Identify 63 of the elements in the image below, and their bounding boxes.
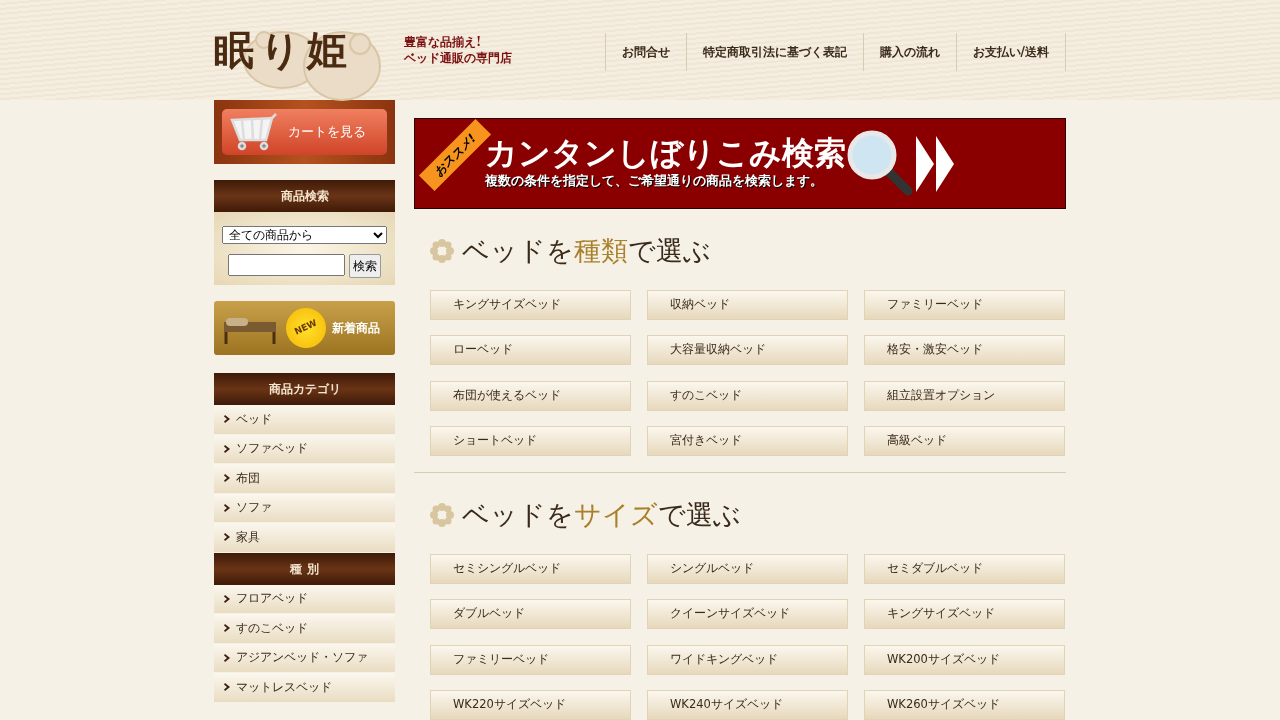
menu-item[interactable]: ソファ [214, 493, 395, 523]
category-link[interactable]: すのこベッド [647, 380, 848, 411]
menu-item[interactable]: ベッド [214, 405, 395, 435]
category-link[interactable]: WK240サイズベッド [647, 690, 848, 720]
category-link[interactable]: 布団が使えるベッド [430, 380, 631, 411]
category-link[interactable]: セミダブルベッド [864, 553, 1065, 584]
chevron-icon [224, 653, 230, 662]
category-select[interactable]: 全ての商品から [222, 226, 387, 244]
search-panel-title: 商品検索 [214, 180, 395, 212]
category-link[interactable]: 格安・激安ベッド [864, 335, 1065, 365]
menu-item[interactable]: 布団 [214, 464, 395, 494]
chevron-icon [224, 444, 230, 453]
category-link[interactable]: ショートベッド [430, 426, 631, 456]
cart-button[interactable]: カートを見る [222, 109, 387, 155]
search-field[interactable] [228, 254, 345, 276]
nav-link[interactable]: お問合せ [604, 33, 686, 71]
category-link[interactable]: クイーンサイズベッド [647, 599, 848, 629]
nav-link[interactable]: 購入の流れ [862, 33, 956, 71]
menu-item[interactable]: フロアベッド [214, 584, 395, 614]
category-link[interactable]: 宮付きベッド [647, 426, 848, 456]
chevron-icon [224, 683, 230, 692]
category-link[interactable]: 収納ベッド [647, 289, 848, 320]
chevron-icon [224, 415, 230, 424]
category-link[interactable]: 高級ベッド [864, 426, 1065, 456]
menu-item[interactable]: マットレスベッド [214, 673, 395, 703]
category-link[interactable]: 大容量収納ベッド [647, 335, 848, 365]
category-link[interactable]: ファミリーベッド [864, 289, 1065, 320]
search-banner[interactable]: おススメ! カンタンしぼりこみ検索 複数の条件を指定して、ご希望通りの商品を検索します。 [414, 118, 1066, 209]
menu-item[interactable]: アジアンベッド・ソファ [214, 643, 395, 673]
menu-title: 商品カテゴリ [214, 373, 395, 405]
category-link[interactable]: WK200サイズベッド [864, 644, 1065, 675]
menu-title: 種 別 [214, 552, 395, 585]
chevron-icon [224, 533, 230, 542]
chevron-icon [224, 474, 230, 483]
category-link[interactable]: WK260サイズベッド [864, 690, 1065, 720]
chevron-icon [224, 503, 230, 512]
category-link[interactable]: ダブルベッド [430, 599, 631, 629]
menu-item[interactable]: 家具 [214, 523, 395, 553]
category-link[interactable]: ワイドキングベッド [647, 644, 848, 675]
category-link[interactable]: キングサイズベッド [864, 599, 1065, 629]
category-link[interactable]: ローベッド [430, 335, 631, 365]
tagline-text: 豊富な品揃え! [404, 33, 483, 50]
chevron-icon [224, 624, 230, 633]
flower-icon [430, 503, 454, 528]
category-link[interactable]: WK220サイズベッド [430, 690, 631, 720]
category-link[interactable]: セミシングルベッド [430, 553, 631, 584]
category-link[interactable]: キングサイズベッド [430, 289, 631, 320]
menu-item[interactable]: すのこベッド [214, 614, 395, 644]
category-link[interactable]: 組立設置オプション [864, 380, 1065, 411]
section-heading: ベッドを種類で選ぶ [462, 234, 711, 268]
nav-link[interactable]: お支払い/送料 [955, 33, 1066, 71]
double-arrow-icon [916, 135, 956, 192]
logo-link[interactable]: 眠り姫 [214, 20, 404, 80]
section-heading: ベッドをサイズで選ぶ [462, 498, 741, 532]
menu-item[interactable]: ソファベッド [214, 434, 395, 464]
search-button[interactable]: 検索 [349, 254, 381, 278]
nav-link[interactable]: 特定商取引法に基づく表記 [685, 33, 863, 71]
category-link[interactable]: シングルベッド [647, 553, 848, 584]
tagline-text: ベッド通販の専門店 [404, 50, 512, 67]
chevron-icon [224, 594, 230, 603]
cart-icon [228, 112, 278, 152]
category-link[interactable]: ファミリーベッド [430, 644, 631, 675]
flower-icon [430, 239, 454, 264]
